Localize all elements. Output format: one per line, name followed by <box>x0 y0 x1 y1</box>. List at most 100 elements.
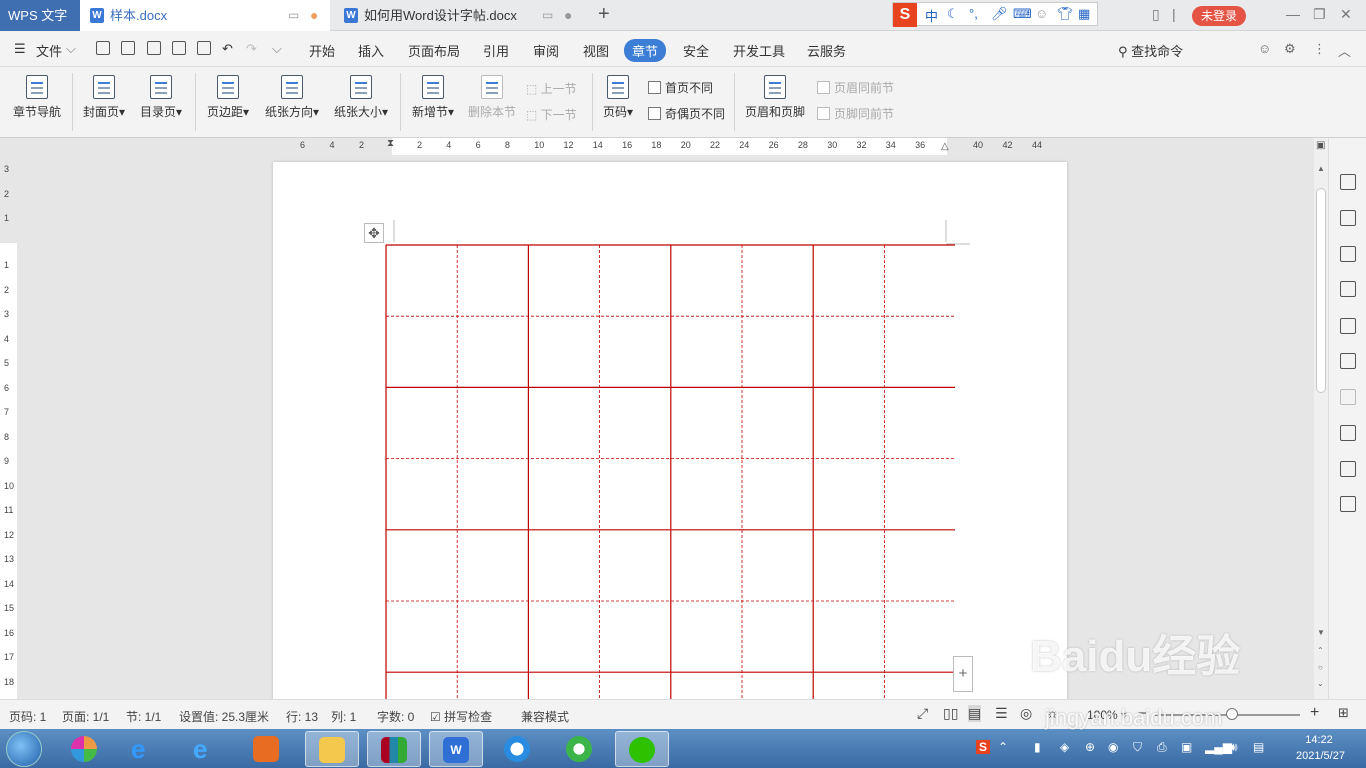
action-center-icon[interactable]: ▤ <box>1253 740 1264 754</box>
document-tab[interactable]: W 如何用Word设计字帖.docx ▭ ● <box>334 0 584 31</box>
usb-icon[interactable]: ▣ <box>1181 740 1192 754</box>
tab-references[interactable]: 引用 <box>483 41 509 60</box>
select-browse-icon[interactable]: ○ <box>1318 663 1323 672</box>
margin-button[interactable]: 页边距▾ <box>204 75 252 120</box>
horizontal-ruler[interactable]: 642 2 4 6 8 10 12 14 16 18 20 22 24 26 28 30 32 34 36 40 4… <box>0 138 1314 155</box>
ime-lang[interactable]: 中 <box>925 6 938 25</box>
prev-page-icon[interactable]: ⌃ <box>1317 646 1324 655</box>
hamburger-icon[interactable]: ☰ <box>14 41 26 57</box>
minimize-button[interactable]: — <box>1286 6 1300 22</box>
printer-icon[interactable]: ⎙ <box>1157 740 1167 755</box>
taskbar-app-winrar[interactable] <box>367 731 421 767</box>
gear-icon[interactable]: ⚙ <box>1284 41 1296 57</box>
share-icon[interactable] <box>1340 496 1356 512</box>
status-words[interactable]: 字数: 0 <box>377 708 414 725</box>
network-icon[interactable]: ▂▄▆ <box>1205 740 1232 754</box>
outline-icon[interactable] <box>1340 353 1356 369</box>
battery-icon[interactable]: ▮ <box>1034 740 1041 754</box>
tab-home[interactable]: 开始 <box>309 41 335 60</box>
fit-window-icon[interactable]: ⊞ <box>1338 705 1349 721</box>
first-page-different-checkbox[interactable]: 首页不同 <box>648 79 713 96</box>
split-view-icon[interactable]: ▣ <box>1316 140 1325 151</box>
taskbar-app-wps[interactable]: W <box>429 731 483 767</box>
status-page-code[interactable]: 页码: 1 <box>9 708 46 725</box>
vertical-scrollbar[interactable]: ▣ ▲ ▼ ⌃ ○ ⌄ <box>1314 138 1328 699</box>
orientation-button[interactable]: 纸张方向▾ <box>262 75 322 120</box>
backup-icon[interactable] <box>1340 461 1356 477</box>
taskbar-app-360[interactable] <box>553 731 607 767</box>
collapse-ribbon-icon[interactable]: ︿ <box>1338 41 1351 60</box>
prev-section-button[interactable]: ⬚ 上一节 <box>526 80 577 97</box>
right-indent-marker-icon[interactable]: △ <box>941 141 949 152</box>
tab-dot-icon[interactable]: ● <box>564 0 572 31</box>
volume-icon[interactable]: 🔊︎ <box>1230 740 1238 755</box>
indent-marker-icon[interactable]: ⧗ <box>387 138 394 149</box>
tray-plus-icon[interactable]: ⊕ <box>1085 740 1095 754</box>
login-button[interactable]: 未登录 <box>1192 6 1246 26</box>
undo-icon[interactable]: ↶ <box>222 41 233 57</box>
paper-size-button[interactable]: 纸张大小▾ <box>331 75 391 120</box>
shield-icon[interactable]: ⛉ <box>1133 740 1142 755</box>
tab-review[interactable]: 审阅 <box>533 41 559 60</box>
tab-page-layout[interactable]: 页面布局 <box>408 41 460 60</box>
system-clock[interactable]: 14:22 2021/5/27 <box>1296 732 1345 764</box>
scroll-down-icon[interactable]: ▼ <box>1317 628 1325 637</box>
header-same-as-previous-checkbox[interactable]: 页眉同前节 <box>817 79 894 96</box>
zoom-in-button[interactable]: + <box>1310 704 1319 722</box>
read-mode-icon[interactable]: ▯▯ <box>943 705 958 722</box>
pdf-icon[interactable] <box>147 41 161 55</box>
scroll-up-icon[interactable]: ▲ <box>1317 164 1325 173</box>
close-button[interactable]: ✕ <box>1340 6 1352 23</box>
taskbar-app-browser[interactable] <box>491 731 545 767</box>
save-icon[interactable] <box>121 41 135 55</box>
fullscreen-icon[interactable]: ⤢ <box>917 705 928 722</box>
print-icon[interactable] <box>172 41 186 55</box>
tray-app-icon[interactable]: ◈ <box>1060 740 1069 754</box>
section-nav-button[interactable]: 章节导航 <box>12 75 62 120</box>
open-icon[interactable] <box>96 41 110 55</box>
keyboard-icon[interactable]: ⌨ <box>1013 6 1032 22</box>
window-mode-icon[interactable]: ▯ <box>1152 6 1160 23</box>
document-area[interactable]: ✥ + <box>17 155 1314 699</box>
taskbar-app-ie[interactable]: e <box>118 731 172 767</box>
user-icon[interactable]: ☺ <box>1035 6 1048 21</box>
outline-view-icon[interactable]: ☰ <box>995 705 1008 722</box>
status-section[interactable]: 节: 1/1 <box>126 708 161 725</box>
skin-icon[interactable]: 👕︎ <box>1057 6 1074 22</box>
cursor-icon[interactable] <box>1340 210 1356 226</box>
taskbar-app-wechat[interactable] <box>615 731 669 767</box>
table-move-handle-icon[interactable]: ✥ <box>364 223 384 243</box>
cover-page-button[interactable]: 封面页▾ <box>80 75 128 120</box>
archive-icon[interactable] <box>1340 318 1356 334</box>
format-icon[interactable] <box>1340 389 1356 405</box>
tab-security[interactable]: 安全 <box>683 41 709 60</box>
next-page-icon[interactable]: ⌄ <box>1317 679 1324 688</box>
history-icon[interactable] <box>1340 425 1356 441</box>
scrollbar-thumb[interactable] <box>1316 188 1326 393</box>
unsaved-dot-icon[interactable]: ● <box>310 0 318 31</box>
moon-icon[interactable]: ☾ <box>947 6 959 22</box>
taskbar-app-ie2[interactable]: e <box>180 731 234 767</box>
chevron-down-icon[interactable]: ⌵ <box>66 41 76 57</box>
grid-menu-icon[interactable]: ▦ <box>1078 6 1090 22</box>
file-menu[interactable]: 文件 <box>36 41 62 60</box>
delete-section-button[interactable]: 删除本节 <box>466 75 518 120</box>
tray-wechat-icon[interactable]: ◉ <box>1108 740 1118 754</box>
status-pages[interactable]: 页面: 1/1 <box>62 708 109 725</box>
quick-access-dropdown-icon[interactable]: ⌵ <box>272 41 282 57</box>
pin-icon[interactable]: ▭ <box>288 0 299 31</box>
taskbar-app-explorer[interactable] <box>305 731 359 767</box>
redo-icon[interactable]: ↷ <box>246 41 257 57</box>
status-setting[interactable]: 设置值: 25.3厘米 <box>179 708 269 725</box>
copybook-grid[interactable] <box>385 244 955 699</box>
print-preview-icon[interactable] <box>197 41 211 55</box>
next-section-button[interactable]: ⬚ 下一节 <box>526 106 577 123</box>
add-row-button[interactable]: + <box>953 656 973 692</box>
pin-icon[interactable]: ▭ <box>542 0 553 31</box>
tab-view[interactable]: 视图 <box>583 41 609 60</box>
restore-button[interactable]: ❐ <box>1313 6 1326 23</box>
taskbar-app-video[interactable] <box>240 731 294 767</box>
web-view-icon[interactable]: ◎ <box>1020 705 1032 722</box>
lock-icon[interactable] <box>1340 246 1356 262</box>
app-tab[interactable]: WPS 文字 <box>0 0 80 31</box>
